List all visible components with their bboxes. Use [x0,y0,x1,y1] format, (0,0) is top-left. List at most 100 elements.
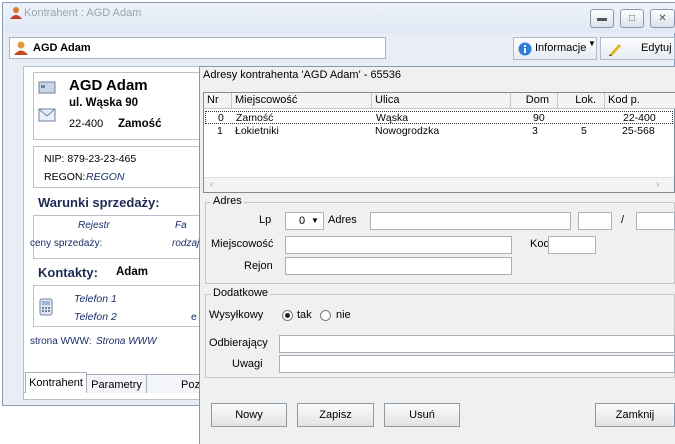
lp-select[interactable]: 0 ▼ [285,212,324,230]
building-icon [38,81,56,94]
fa-value: Fa [175,220,187,231]
shipping-no-radio[interactable] [320,310,331,321]
region-input[interactable] [285,257,512,275]
cell-city: Łokietniki [235,125,279,137]
col-header-city[interactable]: Miejscowość [232,93,372,109]
addresses-grid[interactable]: Nr Miejscowość Ulica Dom Lok. Kod p. 0 Z… [203,92,675,193]
street-input[interactable] [370,212,571,230]
city: Zamość [118,118,162,130]
information-button[interactable]: Informacje ▼ [513,37,597,60]
postal-label: Kod [530,238,550,250]
envelope-icon [38,108,56,122]
notes-input[interactable] [279,355,675,373]
contacts-title: Kontakty: [38,265,98,280]
dropdown-arrow-icon: ▼ [588,39,596,48]
recipient-input[interactable] [279,335,675,353]
city-label: Miejscowość [211,238,274,250]
table-row[interactable]: 0 Zamość Wąska 90 22-400 [205,111,673,124]
prices-type: rodzaj [172,238,200,249]
apartment-input[interactable] [636,212,675,230]
shipping-label: Wysyłkowy [209,309,264,321]
pencil-icon [609,44,621,56]
prices-label: ceny sprzedaży: [30,238,103,249]
cell-dom: 90 [533,112,545,124]
shipping-yes-label: tak [297,309,312,321]
cell-nr: 1 [217,125,223,137]
col-header-nr[interactable]: Nr [204,93,232,109]
dialog-title: Adresy kontrahenta 'AGD Adam' - 65536 [203,69,402,81]
contractor-icon [10,7,22,19]
slash-separator: / [621,214,625,226]
regon-label: REGON: [44,171,86,183]
save-button[interactable]: Zapisz [297,403,374,427]
new-button[interactable]: Nowy [211,403,287,427]
table-row[interactable]: 1 Łokietniki Nowogrodzka 3 5 25-568 [205,125,673,138]
postal-input[interactable] [548,236,596,254]
close-button[interactable]: ✕ [650,9,675,28]
notes-label: Uwagi [232,358,263,370]
scroll-left-icon[interactable]: ‹ [210,179,213,190]
close-dialog-label: Zamknij [615,409,655,421]
www-value: Strona WWW [96,336,157,347]
cell-city: Zamość [236,112,274,124]
save-button-label: Zapisz [319,409,352,421]
contacts-value: Adam [116,266,148,278]
cell-kod: 22-400 [623,112,656,124]
edit-button[interactable]: Edytuj [600,37,675,60]
sales-terms-title: Warunki sprzedaży: [38,195,160,210]
horizontal-scrollbar[interactable]: ‹ › [204,177,674,192]
www-label: strona WWW: [30,336,92,347]
company-name: AGD Adam [69,77,148,94]
rejestr-value: Rejestr [78,220,110,231]
edit-label: Edytuj [641,42,672,54]
cell-lok: 5 [581,125,587,137]
phone-2: Telefon 2 [74,311,117,323]
phone-icon [39,298,53,316]
recipient-label: Odbierający [209,337,268,349]
tab-pozostale-label: Poz [181,379,200,391]
region-label: Rejon [244,260,273,272]
col-header-kod[interactable]: Kod p. [605,93,675,109]
cell-kod: 25-568 [622,125,655,137]
header-name: AGD Adam [33,42,91,54]
lp-value: 0 [299,215,306,227]
cell-dom: 3 [532,125,538,137]
nip: NIP: 879-23-23-465 [44,153,137,165]
lp-label: Lp [259,214,272,226]
person-icon [14,41,28,55]
delete-button[interactable]: Usuń [384,403,460,427]
phone-1: Telefon 1 [74,293,117,305]
new-button-label: Nowy [235,409,263,421]
close-dialog-button[interactable]: Zamknij [595,403,675,427]
minimize-button[interactable]: ▬ [590,9,614,28]
col-header-lok[interactable]: Lok. [558,93,605,109]
col-header-street[interactable]: Ulica [372,93,511,109]
address-legend: Adres [211,195,244,207]
window-title: Kontrahent : AGD Adam [24,7,142,19]
shipping-no-label: nie [336,309,351,321]
cell-street: Nowogrodzka [375,125,440,137]
scroll-right-icon[interactable]: › [656,179,659,190]
tab-pozostale[interactable]: Poz [146,374,200,393]
information-label: Informacje [535,42,587,54]
shipping-yes-radio[interactable] [282,310,293,321]
cell-street: Wąska [376,112,409,124]
tab-parametry[interactable]: Parametry [86,374,147,393]
tab-kontrahent[interactable]: Kontrahent [25,372,87,393]
postal-code: 22-400 [69,118,104,130]
info-icon [518,42,532,56]
delete-button-label: Usuń [409,409,435,421]
street: ul. Wąska 90 [69,97,139,109]
additional-legend: Dodatkowe [211,287,271,299]
email-truncated: e [191,311,197,323]
maximize-button[interactable]: □ [620,9,644,28]
col-header-dom[interactable]: Dom [511,93,558,109]
city-input[interactable] [285,236,512,254]
street-label: Adres [328,214,357,226]
tab-kontrahent-label: Kontrahent [29,377,83,389]
cell-nr: 0 [218,112,224,124]
chevron-down-icon: ▼ [311,216,319,225]
house-number-input[interactable] [578,212,612,230]
regon-value: REGON [86,171,125,183]
tab-parametry-label: Parametry [91,379,142,391]
